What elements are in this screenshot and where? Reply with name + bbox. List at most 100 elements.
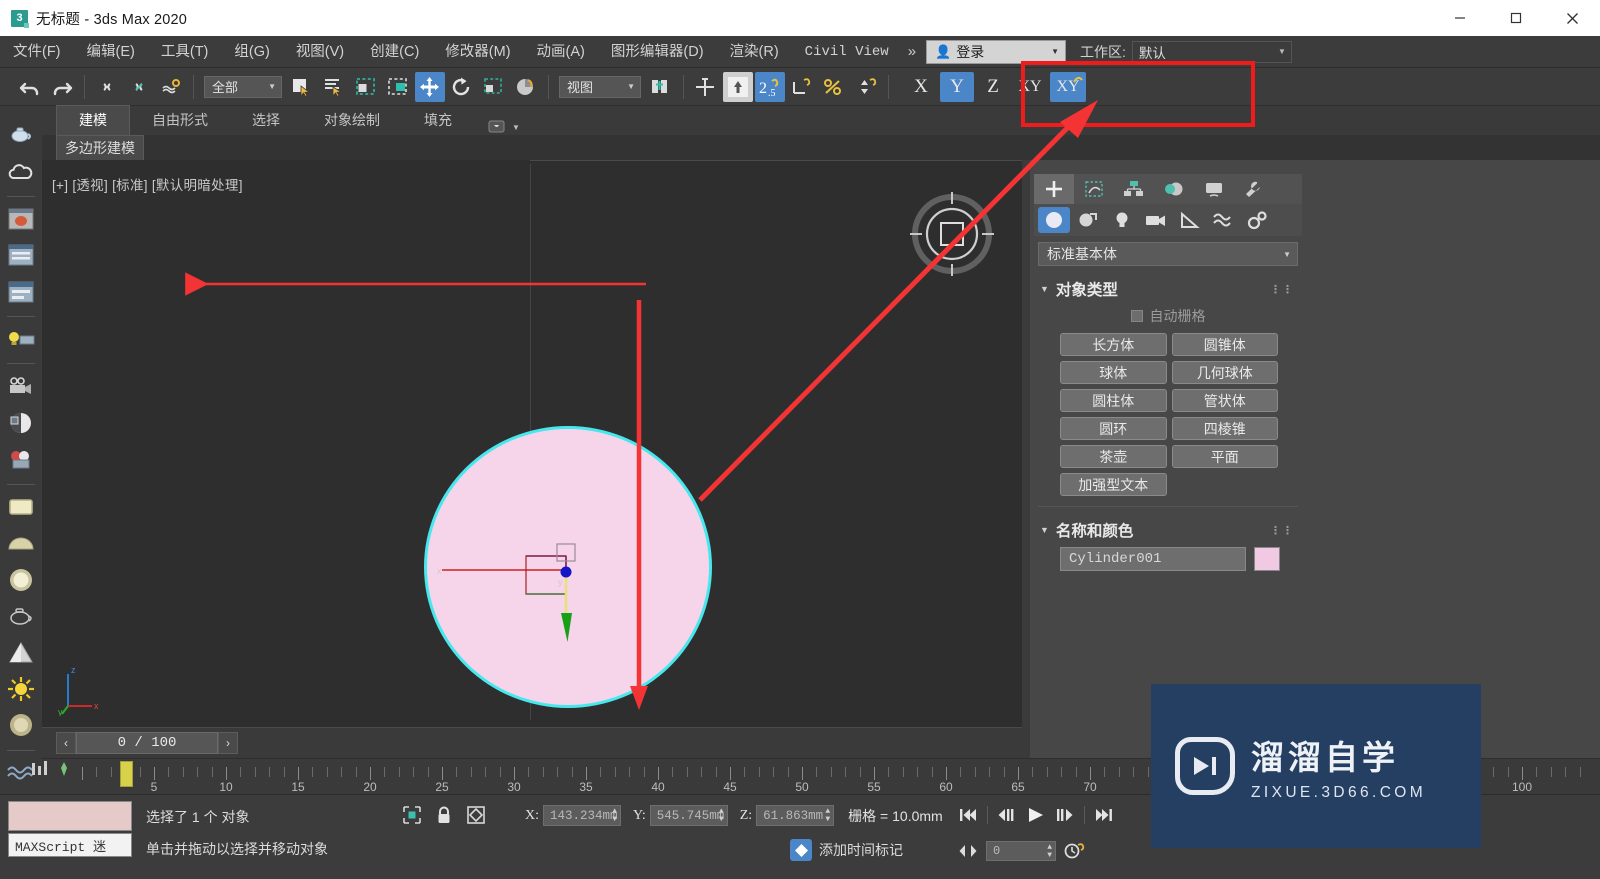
coord-z-field[interactable]: 61.863mm ▲ ▼ xyxy=(756,805,835,826)
maxscript-mini-listener[interactable]: MAXScript 迷 xyxy=(8,833,132,857)
ribbon-tab-object-paint[interactable]: 对象绘制 xyxy=(302,106,402,135)
create-cylinder-button[interactable]: 圆柱体 xyxy=(1060,389,1167,412)
cone-primitive-icon[interactable] xyxy=(4,635,38,669)
transform-gizmo[interactable]: y x xyxy=(42,160,1022,728)
play-animation-button[interactable] xyxy=(1023,803,1049,827)
filter-icon[interactable] xyxy=(30,760,50,778)
object-color-swatch[interactable] xyxy=(1254,547,1280,571)
axis-constraint-z[interactable]: Z xyxy=(976,72,1010,102)
spinner-icon[interactable]: ▲ ▼ xyxy=(612,808,617,824)
selection-filter-select[interactable]: 全部 ▼ xyxy=(204,75,282,98)
previous-frame-button[interactable] xyxy=(994,803,1020,827)
coord-y-field[interactable]: 545.745mm ▲ ▼ xyxy=(649,805,728,826)
teapot-primitive-icon[interactable] xyxy=(4,599,38,633)
select-object-icon[interactable] xyxy=(287,72,317,102)
perspective-viewport[interactable]: [+] [透视] [标准] [默认明暗处理] y x z x y xyxy=(42,160,1022,728)
sphere-primitive-icon[interactable] xyxy=(4,562,38,596)
cp-cat-lights[interactable] xyxy=(1106,207,1138,233)
snap-25d-icon[interactable]: 2.5 xyxy=(755,71,785,102)
time-configuration-icon[interactable] xyxy=(1061,839,1087,863)
dome-primitive-icon[interactable] xyxy=(4,526,38,560)
select-and-manipulate-icon[interactable] xyxy=(691,72,721,102)
frame-slider[interactable]: ‹ 0 / 100 › xyxy=(56,732,238,754)
ribbon-tab-freeform[interactable]: 自由形式 xyxy=(130,106,230,135)
redo-icon[interactable] xyxy=(47,72,77,102)
ribbon-tab-selection[interactable]: 选择 xyxy=(230,106,302,135)
bind-to-space-warp-icon[interactable] xyxy=(156,72,186,102)
name-and-color-rollout-header[interactable]: ▼ 名称和颜色 ⋮⋮ xyxy=(1040,519,1302,541)
menu-group[interactable]: 组(G) xyxy=(221,36,282,68)
auto-grid-checkbox[interactable] xyxy=(1130,310,1143,322)
sun-light-icon[interactable] xyxy=(4,672,38,706)
selection-lock-icon[interactable] xyxy=(400,803,424,827)
select-and-scale-icon[interactable] xyxy=(479,72,509,102)
cp-cat-geometry[interactable] xyxy=(1038,207,1070,233)
axis-constraint-x[interactable]: X xyxy=(904,72,938,102)
maximize-button[interactable] xyxy=(1488,0,1544,36)
menu-file[interactable]: 文件(F) xyxy=(0,36,74,68)
create-torus-button[interactable]: 圆环 xyxy=(1060,417,1167,440)
camera-icon[interactable] xyxy=(4,369,38,403)
menu-edit[interactable]: 编辑(E) xyxy=(74,36,148,68)
auto-grid-checkbox-row[interactable]: 自动栅格 xyxy=(1034,306,1302,326)
ribbon-options-dropdown[interactable]: ▼ xyxy=(488,119,520,135)
sphere-gold-icon[interactable] xyxy=(4,708,38,742)
view-cube[interactable] xyxy=(910,192,994,276)
object-type-rollout-header[interactable]: ▼ 对象类型 ⋮⋮ xyxy=(1040,278,1302,300)
menu-animation[interactable]: 动画(A) xyxy=(524,36,598,68)
goto-end-button[interactable] xyxy=(1091,803,1117,827)
login-button[interactable]: 👤 登录 ▼ xyxy=(926,39,1067,64)
create-text-plus-button[interactable]: 加强型文本 xyxy=(1060,473,1167,496)
create-cone-button[interactable]: 圆锥体 xyxy=(1171,333,1278,356)
sphere-shading-icon[interactable] xyxy=(4,406,38,440)
next-frame-arrow[interactable]: › xyxy=(218,732,238,754)
time-tag-icon[interactable] xyxy=(790,839,812,861)
maxscript-listener[interactable]: MAXScript 迷 xyxy=(8,801,132,857)
snaps-toggle-icon[interactable] xyxy=(723,71,753,102)
select-and-place-icon[interactable] xyxy=(511,72,541,102)
time-marker[interactable] xyxy=(120,761,133,787)
cp-cat-shapes[interactable] xyxy=(1072,207,1104,233)
absolute-relative-transform-icon[interactable] xyxy=(464,803,488,827)
key-mode-toggle-icon[interactable] xyxy=(955,839,981,863)
dialog-panel-icon[interactable] xyxy=(4,275,38,309)
cp-cat-space-warps[interactable] xyxy=(1208,207,1240,233)
cp-tab-hierarchy[interactable] xyxy=(1114,174,1154,204)
create-sphere-button[interactable]: 球体 xyxy=(1060,361,1167,384)
menu-modifiers[interactable]: 修改器(M) xyxy=(432,36,523,68)
menu-tools[interactable]: 工具(T) xyxy=(148,36,222,68)
plane-primitive-icon[interactable] xyxy=(4,490,38,524)
menu-graph-editors[interactable]: 图形编辑器(D) xyxy=(598,36,717,68)
add-time-tag-row[interactable]: 添加时间标记 xyxy=(790,839,903,861)
axis-constraint-plane-flyout[interactable]: XY xyxy=(1050,71,1086,102)
menu-overflow-icon[interactable]: » xyxy=(902,43,922,60)
select-by-name-icon[interactable] xyxy=(319,72,349,102)
object-category-select[interactable]: 标准基本体 ▼ xyxy=(1038,242,1298,266)
coord-x-field[interactable]: 143.234mm ▲ ▼ xyxy=(543,805,621,826)
previous-frame-arrow[interactable]: ‹ xyxy=(56,732,76,754)
undo-icon[interactable] xyxy=(15,72,45,102)
ribbon-tab-populate[interactable]: 填充 xyxy=(402,106,474,135)
ribbon-tab-modeling[interactable]: 建模 xyxy=(56,105,130,135)
axis-constraint-xy[interactable]: XY xyxy=(1012,72,1048,102)
percent-snap-toggle-icon[interactable] xyxy=(819,72,849,102)
create-box-button[interactable]: 长方体 xyxy=(1060,333,1167,356)
reference-coordinate-system-select[interactable]: 视图 ▼ xyxy=(559,75,641,98)
next-frame-button[interactable] xyxy=(1052,803,1078,827)
teapot-icon[interactable] xyxy=(4,118,38,152)
ribbon-subtab-poly-modeling[interactable]: 多边形建模 xyxy=(56,134,144,161)
axis-constraint-y[interactable]: Y xyxy=(940,71,974,102)
menu-views[interactable]: 视图(V) xyxy=(283,36,357,68)
angle-snap-toggle-icon[interactable] xyxy=(787,72,817,102)
current-frame-display[interactable]: 0 / 100 xyxy=(76,732,218,754)
close-button[interactable] xyxy=(1544,0,1600,36)
object-name-input[interactable]: Cylinder001 xyxy=(1060,547,1246,571)
cp-tab-modify[interactable] xyxy=(1074,174,1114,204)
cp-tab-motion[interactable] xyxy=(1154,174,1194,204)
render-setup-icon[interactable] xyxy=(4,442,38,476)
spinner-icon[interactable]: ▲ ▼ xyxy=(1047,844,1052,860)
spinner-snap-toggle-icon[interactable] xyxy=(851,72,881,102)
create-pyramid-button[interactable]: 四棱锥 xyxy=(1171,417,1278,440)
use-pivot-point-center-icon[interactable] xyxy=(646,72,676,102)
cp-tab-create[interactable] xyxy=(1034,174,1074,204)
